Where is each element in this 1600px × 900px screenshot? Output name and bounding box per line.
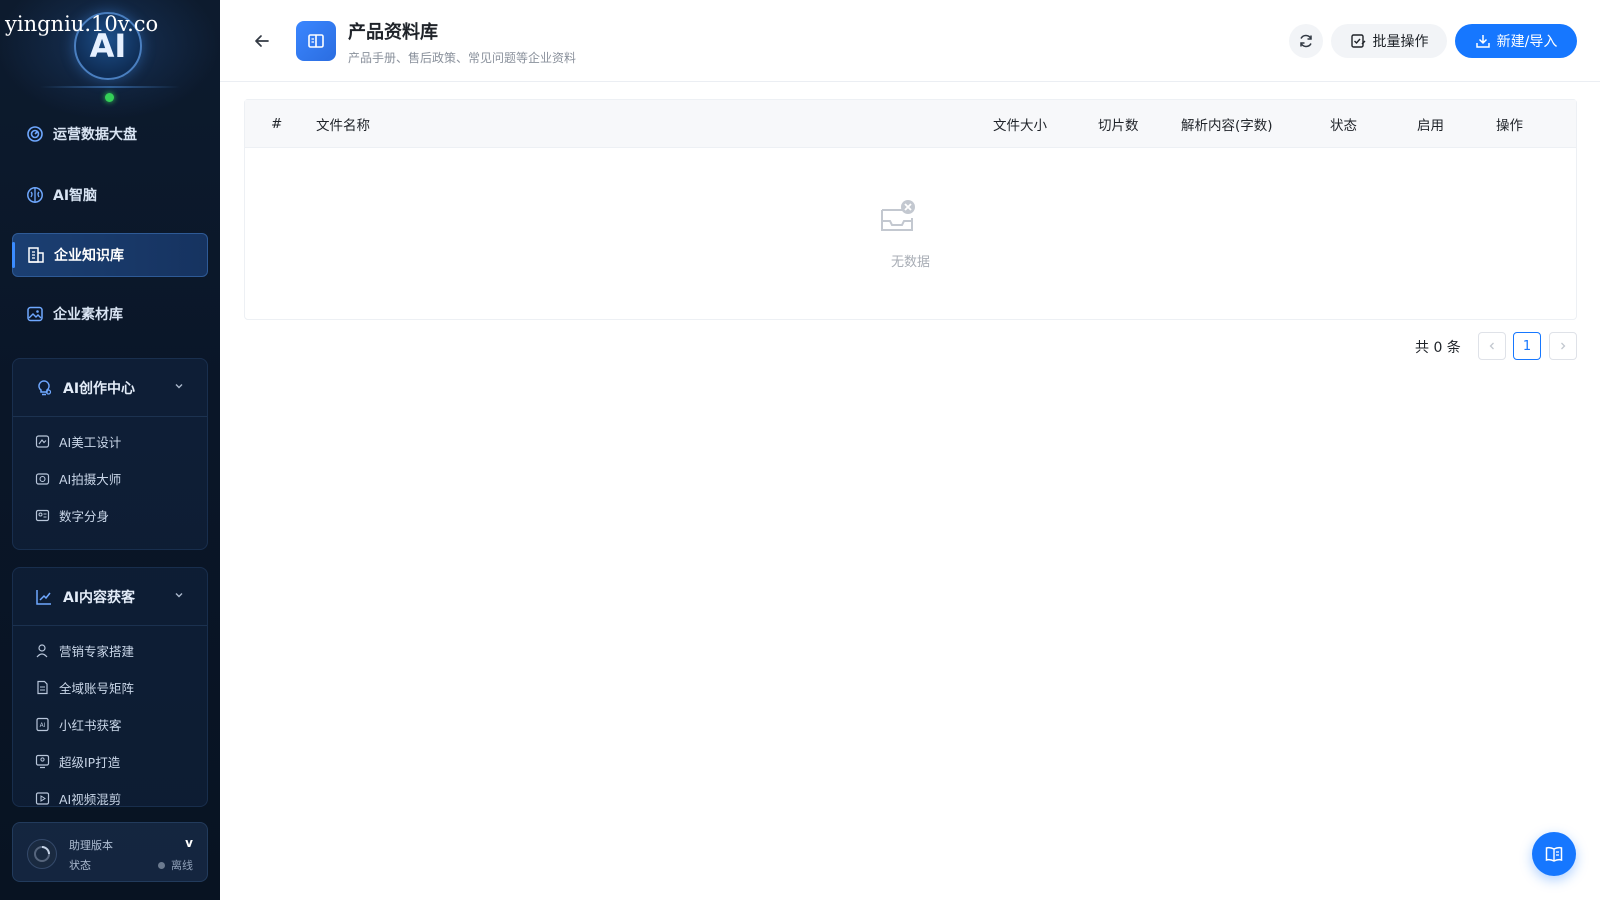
lightbulb-gear-icon	[35, 379, 53, 397]
sidebar-group-label: AI创作中心	[63, 380, 136, 397]
sidebar-item-label: 超级IP打造	[59, 755, 121, 770]
sidebar-item-ai-photographer[interactable]: AI拍摄大师	[13, 460, 207, 497]
user-icon	[35, 643, 50, 658]
sidebar-item-knowledge-base[interactable]: 企业知识库	[12, 233, 208, 277]
svg-text:AI: AI	[40, 722, 46, 729]
id-card-icon	[35, 508, 50, 523]
empty-inbox-icon	[881, 200, 915, 231]
table-header: # 文件名称 文件大小 切片数 解析内容(字数) 状态 启用 操作	[245, 100, 1576, 148]
sidebar-group-header-ai-content[interactable]: AI内容获客	[13, 568, 207, 626]
sidebar-item-label: 营销专家搭建	[59, 644, 135, 659]
knowledge-base-icon	[27, 246, 45, 264]
trend-chart-icon	[35, 588, 53, 606]
sidebar-item-account-matrix[interactable]: 全域账号矩阵	[13, 669, 207, 706]
sidebar-item-super-ip[interactable]: 超级IP打造	[13, 743, 207, 780]
sidebar-item-label: AI视频混剪	[59, 792, 122, 807]
sidebar-item-label: 数字分身	[59, 509, 110, 524]
next-page-button[interactable]	[1549, 332, 1577, 360]
book-open-icon	[296, 21, 336, 61]
offline-dot	[158, 861, 165, 869]
column-header-index: #	[271, 116, 283, 132]
online-status-dot	[105, 93, 114, 102]
sidebar-item-asset-library[interactable]: 企业素材库	[12, 292, 208, 336]
version-value: v	[185, 836, 193, 850]
new-import-button[interactable]: 新建/导入	[1455, 24, 1577, 58]
refresh-icon	[1300, 34, 1312, 48]
sidebar-item-label: AI美工设计	[59, 435, 122, 450]
dashboard-icon	[26, 125, 44, 143]
sidebar-item-label: 运营数据大盘	[53, 127, 137, 143]
status-label: 状态	[69, 859, 91, 872]
sidebar-item-label: 企业知识库	[54, 248, 124, 264]
sidebar-item-ai-brain[interactable]: AI智脑	[12, 173, 208, 217]
page-subtitle: 产品手册、售后政策、常见问题等企业资料	[348, 51, 577, 65]
book-guide-icon	[1545, 846, 1563, 862]
video-icon	[35, 791, 50, 806]
page-title: 产品资料库	[348, 22, 438, 43]
column-header-parsed-content: 解析内容(字数)	[1181, 118, 1273, 134]
status-badge: 离线	[158, 857, 193, 873]
file-table: # 文件名称 文件大小 切片数 解析内容(字数) 状态 启用 操作 无数据	[244, 99, 1577, 320]
column-header-status: 状态	[1330, 118, 1357, 134]
new-import-label: 新建/导入	[1496, 34, 1558, 50]
sidebar-item-marketing-expert[interactable]: 营销专家搭建	[13, 632, 207, 669]
document-icon	[35, 680, 50, 695]
brain-icon	[26, 186, 44, 204]
camera-icon	[35, 471, 50, 486]
main-content: 产品资料库 产品手册、售后政策、常见问题等企业资料 批量操作 新建/导入 # 文…	[220, 0, 1600, 900]
design-icon	[35, 434, 50, 449]
chevron-left-icon	[1489, 342, 1494, 350]
monitor-user-icon	[35, 754, 50, 769]
version-label: 助理版本	[69, 839, 113, 852]
prev-page-button[interactable]	[1478, 332, 1506, 360]
sidebar-item-xiaohongshu[interactable]: AI 小红书获客	[13, 706, 207, 743]
sidebar-group-ai-creation: AI创作中心 AI美工设计 AI拍摄大师 数字分身	[12, 358, 208, 550]
empty-state: 无数据	[245, 148, 1576, 319]
column-header-file-size: 文件大小	[993, 118, 1047, 134]
sidebar: yingniu.10v.co AI 运营数据大盘 AI智脑 企业知识库 企业素材…	[0, 0, 220, 900]
sidebar-group-header-ai-creation[interactable]: AI创作中心	[13, 359, 207, 417]
chevron-down-icon[interactable]	[173, 589, 185, 605]
batch-operation-button[interactable]: 批量操作	[1331, 24, 1447, 58]
sidebar-group-label: AI内容获客	[63, 589, 136, 606]
column-header-chunk-count: 切片数	[1098, 118, 1139, 134]
sidebar-item-dashboard[interactable]: 运营数据大盘	[12, 112, 208, 156]
page-number-button[interactable]: 1	[1513, 332, 1541, 360]
chevron-right-icon	[1561, 342, 1566, 350]
sidebar-item-label: AI智脑	[53, 188, 98, 204]
chevron-down-icon[interactable]	[173, 380, 185, 396]
arrow-left-icon	[255, 35, 269, 47]
page-header: 产品资料库 产品手册、售后政策、常见问题等企业资料 批量操作 新建/导入	[220, 0, 1600, 82]
refresh-button[interactable]	[1289, 24, 1323, 58]
sidebar-item-label: 企业素材库	[53, 307, 123, 323]
column-header-enabled: 启用	[1417, 118, 1444, 134]
sidebar-item-ai-design[interactable]: AI美工设计	[13, 423, 207, 460]
image-library-icon	[26, 305, 44, 323]
column-header-actions: 操作	[1496, 118, 1523, 134]
help-guide-button[interactable]	[1532, 832, 1576, 876]
sidebar-group-ai-content: AI内容获客 营销专家搭建 全域账号矩阵 AI 小红书获客 超级IP打造 AI视…	[12, 567, 208, 807]
sidebar-item-label: AI拍摄大师	[59, 472, 122, 487]
empty-text: 无数据	[890, 255, 930, 270]
watermark-text: yingniu.10v.co	[5, 12, 159, 36]
sidebar-item-digital-avatar[interactable]: 数字分身	[13, 497, 207, 534]
sidebar-item-label: 小红书获客	[59, 718, 122, 733]
column-header-file-name: 文件名称	[316, 118, 370, 134]
checklist-edit-icon	[1350, 33, 1366, 49]
pagination-total: 共 0 条	[1415, 340, 1461, 356]
status-value: 离线	[171, 859, 193, 872]
sidebar-item-label: 全域账号矩阵	[59, 681, 135, 696]
batch-operation-label: 批量操作	[1372, 34, 1429, 50]
import-icon	[1475, 33, 1491, 49]
logo-glow-divider	[40, 86, 180, 88]
assistant-version-panel[interactable]: 助理版本 状态 v 离线	[12, 822, 208, 882]
back-button[interactable]	[250, 29, 274, 53]
sidebar-item-ai-video-edit[interactable]: AI视频混剪	[13, 780, 207, 807]
ai-doc-icon: AI	[35, 717, 50, 732]
loading-spinner-icon	[27, 839, 57, 869]
